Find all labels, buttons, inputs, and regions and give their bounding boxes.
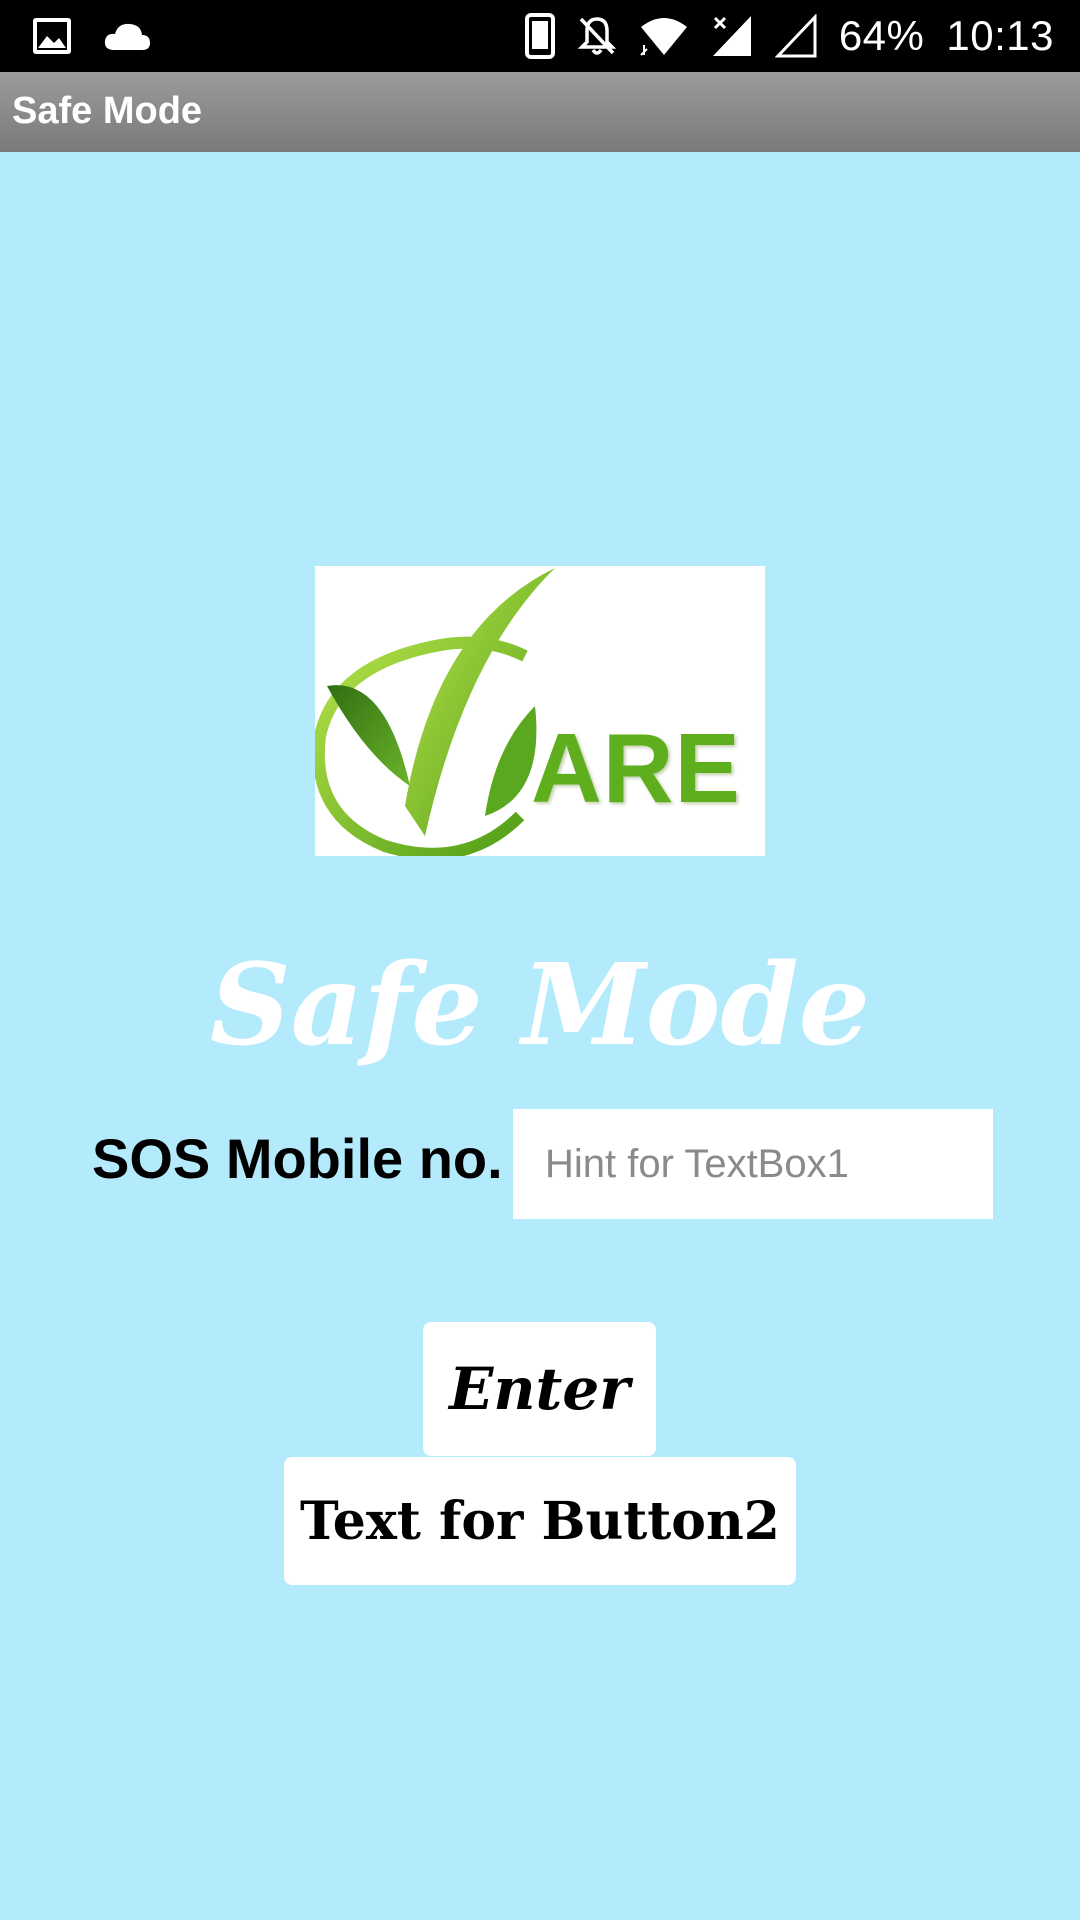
main-content: ARE Safe Mode SOS Mobile no. Enter Text …	[0, 152, 1080, 1920]
cloud-icon	[102, 20, 152, 52]
app-title: Safe Mode	[12, 90, 203, 132]
bell-off-icon	[577, 15, 617, 57]
status-right-icons: 64% 10:13	[524, 10, 1054, 62]
enter-button[interactable]: Enter	[423, 1322, 656, 1456]
image-icon	[32, 17, 72, 55]
sos-mobile-input[interactable]	[513, 1109, 993, 1219]
status-left-icons	[32, 14, 152, 58]
phone-icon	[524, 13, 555, 59]
signal-icon	[711, 14, 753, 58]
sos-mobile-label: SOS Mobile no.	[92, 1127, 503, 1190]
signal-empty-icon	[774, 14, 817, 58]
app-bar: Safe Mode	[0, 72, 1080, 152]
button2[interactable]: Text for Button2	[284, 1457, 796, 1585]
battery-level: 64%	[838, 12, 925, 59]
page-heading: Safe Mode	[209, 940, 871, 1071]
clock: 10:13	[946, 12, 1054, 59]
status-bar: 64% 10:13	[0, 0, 1080, 72]
logo-text: ARE	[531, 713, 741, 823]
wifi-icon	[639, 15, 689, 57]
care-logo: ARE	[315, 566, 765, 856]
